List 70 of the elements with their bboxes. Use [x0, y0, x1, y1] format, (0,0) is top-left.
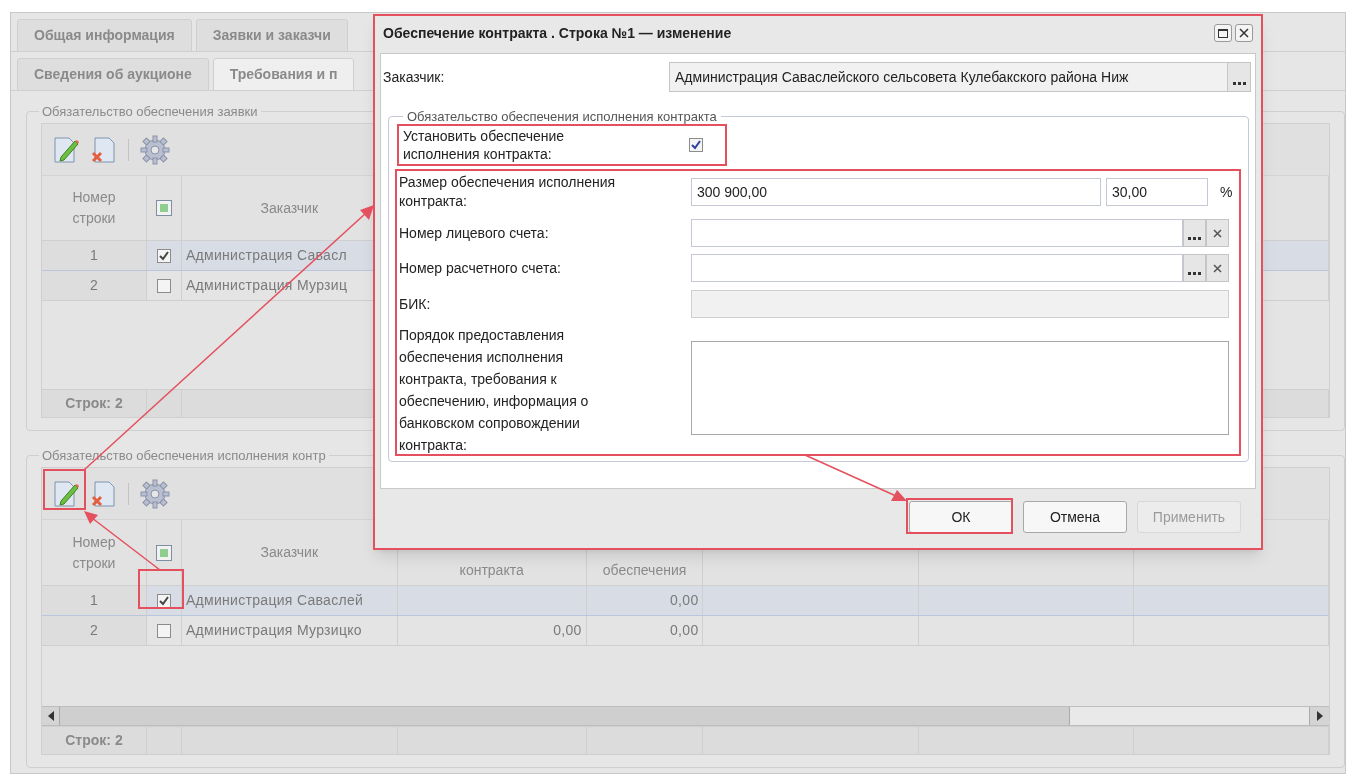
dialog-button[interactable]: Отмена [1023, 501, 1127, 533]
field-label: Установить обеспечение исполнения контракта: [403, 127, 566, 163]
field-label: Порядок предоставления обеспечения исполнения контракта, требования к обеспечению, информация о банковском сопровождении контракта: [399, 326, 590, 455]
unit-label: % [1220, 182, 1233, 202]
ellipsis-icon[interactable] [1188, 237, 1201, 240]
lookup-field[interactable] [691, 254, 1183, 282]
edit-document-icon[interactable] [52, 478, 80, 509]
scroll-right-icon[interactable] [1316, 711, 1323, 721]
close-icon[interactable] [1239, 28, 1249, 38]
field-label: Номер расчетного счета: [399, 258, 562, 278]
row-count: Строк: 2 [65, 394, 123, 413]
table-cell-text: 1 [89, 591, 98, 610]
delete-document-icon[interactable] [90, 134, 118, 165]
field-label: Размер обеспечения исполнения контракта: [399, 173, 617, 211]
table-cell-text: Администрация Мурзицко [185, 621, 362, 640]
field-label: Номер лицевого счета: [399, 223, 550, 243]
ellipsis-button[interactable] [1183, 219, 1206, 247]
dialog-title: Обеспечение контракта . Строка №1 — изменение [383, 23, 732, 43]
close-button[interactable] [1235, 24, 1253, 42]
grid-row[interactable]: 1 Администрация Саваслей 0,00 [42, 586, 1329, 616]
checkbox[interactable] [156, 278, 171, 293]
checkbox[interactable] [689, 138, 703, 152]
table-cell-text: 1 [89, 246, 98, 265]
ellipsis-icon[interactable] [1188, 272, 1201, 275]
table-cell-text: 0,00 [553, 621, 582, 640]
tab[interactable]: Сведения об аукционе [17, 58, 209, 91]
highlight-frame [43, 469, 86, 510]
clear-icon[interactable] [1213, 228, 1222, 238]
checkbox[interactable] [156, 593, 171, 608]
table-cell-text: 2 [89, 276, 98, 295]
select-all-checkbox-icon[interactable] [155, 544, 172, 561]
horizontal-scrollbar[interactable] [42, 706, 1329, 726]
select-all-checkbox-icon[interactable] [155, 200, 172, 216]
field-label: Заказчик: [383, 67, 446, 87]
table-cell-text: Администрация Саваслей [185, 591, 364, 610]
column-header[interactable]: Заказчик [260, 197, 319, 219]
dialog-button[interactable]: ОК [909, 501, 1013, 533]
checkbox[interactable] [156, 623, 171, 638]
ellipsis-icon[interactable] [1227, 63, 1250, 91]
ellipsis-button[interactable] [1183, 254, 1206, 282]
column-header[interactable]: Номер строки [63, 187, 124, 229]
edit-document-icon[interactable] [52, 134, 80, 165]
column-header[interactable]: Заказчик [260, 542, 319, 563]
group-legend: Обязательство обеспечения заявки [42, 104, 258, 119]
table-cell-text: 0,00 [670, 621, 699, 640]
column-header[interactable]: контракта [459, 560, 524, 581]
maximize-icon[interactable] [1218, 28, 1228, 38]
table-cell-text: 2 [89, 621, 98, 640]
amount-field[interactable]: 300 900,00 [691, 178, 1101, 206]
maximize-button[interactable] [1214, 24, 1232, 42]
row-count: Строк: 2 [65, 731, 123, 750]
tab[interactable]: Общая информация [17, 19, 192, 52]
customer-field[interactable]: Администрация Саваслейского сельсовета Кулебакского района Ниж [669, 62, 1251, 92]
lookup-field[interactable] [691, 219, 1183, 247]
tab[interactable]: Требования и п [212, 58, 355, 91]
column-header[interactable]: Номер строки [63, 531, 124, 574]
clear-button[interactable] [1206, 219, 1229, 247]
percent-field[interactable]: 30,00 [1106, 178, 1208, 206]
grid-row[interactable]: 2 Администрация Мурзицко 0,00 0,00 [42, 616, 1329, 646]
clear-button[interactable] [1206, 254, 1229, 282]
table-cell-text: 0,00 [670, 591, 699, 610]
field-label: БИК: [399, 294, 432, 314]
scroll-left-icon[interactable] [47, 711, 54, 721]
checkbox[interactable] [156, 248, 171, 263]
tab[interactable]: Заявки и заказчи [195, 19, 348, 52]
group-legend: Обязательство обеспечения исполнения контракта [407, 109, 717, 124]
column-header[interactable]: обеспечения [602, 560, 687, 581]
delete-document-icon[interactable] [90, 478, 118, 509]
clear-icon[interactable] [1213, 263, 1222, 273]
highlight-frame [138, 569, 184, 609]
